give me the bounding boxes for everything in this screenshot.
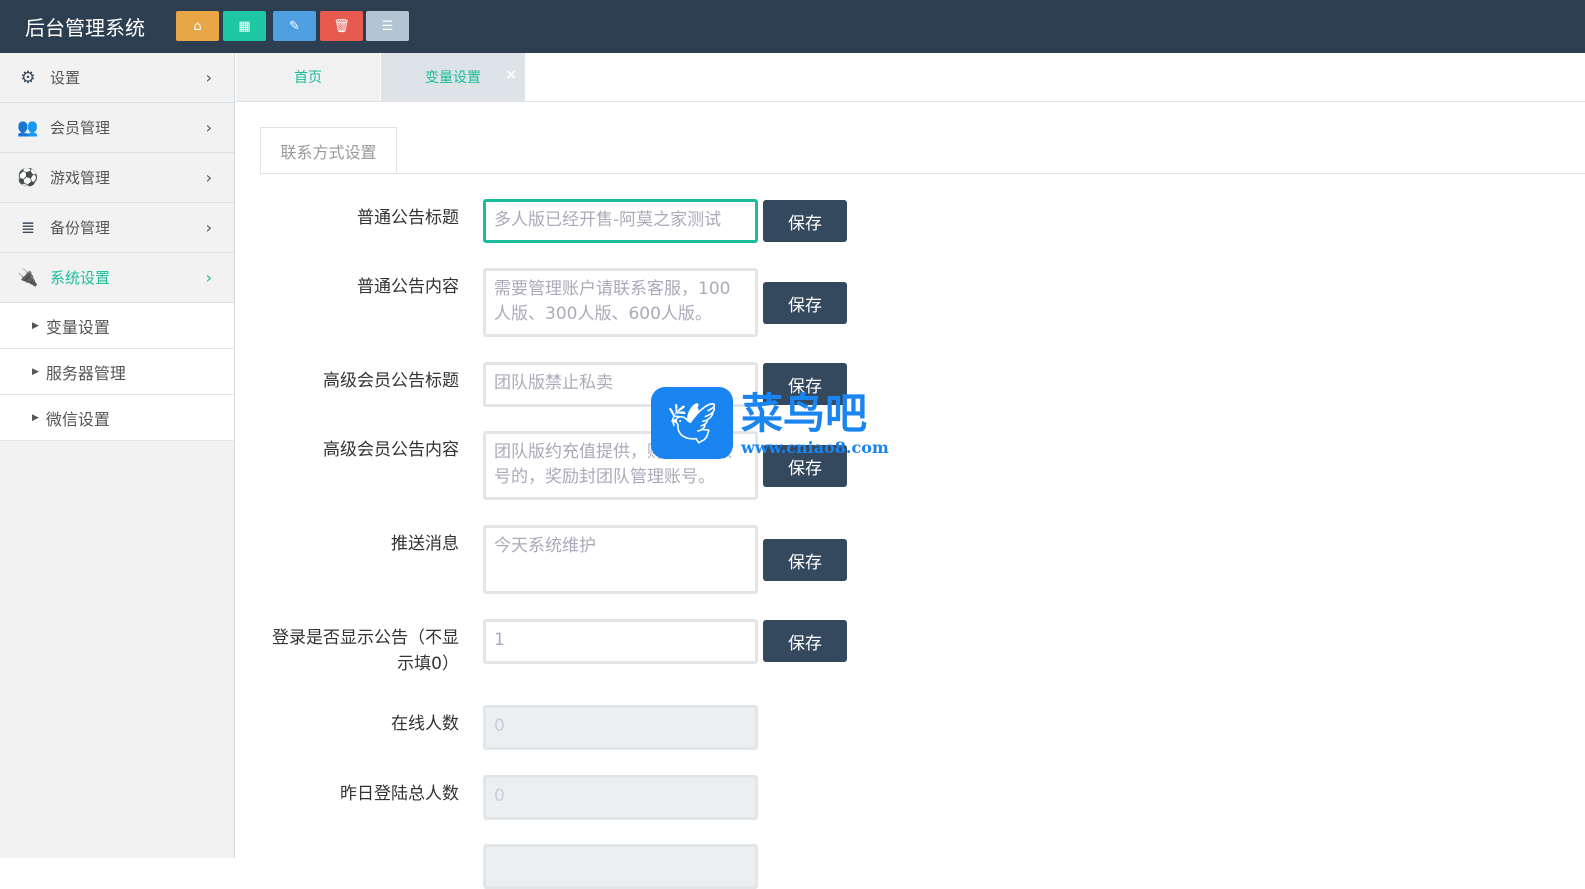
chevron-right-icon: › [205, 218, 212, 237]
field-label: 在线人数 [391, 714, 459, 734]
tab-variables[interactable]: 变量设置 × [381, 53, 525, 101]
sidebar-item-label: 会员管理 [50, 119, 111, 137]
tab-label: 变量设置 [425, 70, 481, 86]
field-label: 普通公告内容 [357, 277, 459, 297]
chevron-right-icon: › [205, 268, 212, 287]
field-label: 登录是否显示公告（不显示填0） [272, 628, 459, 674]
divider [260, 173, 1585, 174]
sidebar-item-games[interactable]: ⚽ 游戏管理 › [0, 153, 234, 203]
gears-icon: ⚙ [20, 67, 36, 88]
sidebar: ⚙ 设置 › 👥 会员管理 › ⚽ 游戏管理 › ≣ 备份管理 › 🔌 系统设置 › ▶ 变量设置 ▶… [0, 53, 235, 858]
caret-right-icon: ▶ [32, 412, 39, 423]
subitem-label: 微信设置 [45, 409, 110, 429]
plug-icon: 🔌 [17, 267, 39, 288]
more-input [483, 844, 758, 889]
sidebar-subitem-wechat[interactable]: ▶ 微信设置 [0, 395, 234, 441]
app-title: 后台管理系统 [25, 16, 145, 40]
sidebar-item-label: 设置 [50, 69, 81, 87]
save-button[interactable]: 保存 [763, 539, 847, 581]
caret-right-icon: ▶ [32, 366, 39, 377]
close-icon[interactable]: × [505, 67, 517, 83]
subitem-label: 变量设置 [45, 317, 110, 337]
chevron-right-icon: › [205, 168, 212, 187]
chevron-right-icon: › [205, 118, 212, 137]
tab-contact-settings[interactable]: 联系方式设置 [260, 127, 397, 174]
watermark-logo: 🕊 菜鸟吧 www.cniao8.com [651, 387, 889, 459]
database-icon: ≣ [20, 217, 36, 238]
sidebar-item-backup[interactable]: ≣ 备份管理 › [0, 203, 234, 253]
watermark-url: www.cniao8.com [741, 437, 889, 457]
show-notice-input[interactable]: 1 [483, 619, 758, 664]
notice-content-textarea[interactable]: 需要管理账户请联系客服，100人版、300人版、600人版。 [483, 268, 758, 337]
yesterday-login-count-input: 0 [483, 775, 758, 820]
save-button[interactable]: 保存 [763, 200, 847, 242]
top-header: 后台管理系统 ⌂ ▦ ✎ 🗑 ☰ [0, 0, 1585, 53]
field-label: 普通公告标题 [357, 208, 459, 228]
sidebar-subitem-servers[interactable]: ▶ 服务器管理 [0, 349, 234, 395]
sidebar-item-members[interactable]: 👥 会员管理 › [0, 103, 234, 153]
push-message-textarea[interactable]: 今天系统维护 [483, 525, 758, 594]
subitem-label: 服务器管理 [45, 363, 126, 383]
sidebar-item-label: 游戏管理 [50, 169, 111, 187]
home-button[interactable]: ⌂ [176, 11, 219, 41]
grid-button[interactable]: ▦ [223, 11, 266, 41]
sidebar-item-system-settings[interactable]: 🔌 系统设置 › [0, 253, 234, 303]
caret-right-icon: ▶ [32, 320, 39, 331]
tab-home[interactable]: 首页 [236, 53, 380, 101]
sidebar-subitem-variables[interactable]: ▶ 变量设置 [0, 303, 234, 349]
field-label: 高级会员公告内容 [323, 440, 459, 460]
grid-icon: ▦ [238, 18, 251, 34]
tab-label: 首页 [294, 70, 322, 86]
sidebar-item-label: 备份管理 [50, 219, 111, 237]
watermark-name: 菜鸟吧 [741, 388, 868, 438]
home-icon: ⌂ [193, 18, 202, 34]
page-tabs: 首页 变量设置 × [236, 53, 1585, 102]
sidebar-item-label: 系统设置 [50, 269, 111, 287]
chevron-right-icon: › [205, 68, 212, 87]
save-button[interactable]: 保存 [763, 282, 847, 324]
field-label: 昨日登陆总人数 [340, 784, 459, 804]
field-label: 推送消息 [391, 534, 459, 554]
list-icon: ☰ [381, 18, 394, 34]
online-count-input: 0 [483, 705, 758, 750]
sidebar-item-settings[interactable]: ⚙ 设置 › [0, 53, 234, 103]
delete-button[interactable]: 🗑 [320, 11, 363, 41]
edit-button[interactable]: ✎ [273, 11, 316, 41]
field-label: 高级会员公告标题 [323, 371, 459, 391]
pencil-icon: ✎ [289, 18, 300, 34]
trash-icon: 🗑 [333, 18, 350, 34]
bird-icon: 🕊 [651, 387, 733, 459]
users-icon: 👥 [17, 117, 39, 138]
save-button[interactable]: 保存 [763, 620, 847, 662]
soccer-icon: ⚽ [17, 167, 39, 188]
notice-title-input[interactable]: 多人版已经开售-阿莫之家测试 [483, 199, 758, 243]
list-button[interactable]: ☰ [366, 11, 409, 41]
